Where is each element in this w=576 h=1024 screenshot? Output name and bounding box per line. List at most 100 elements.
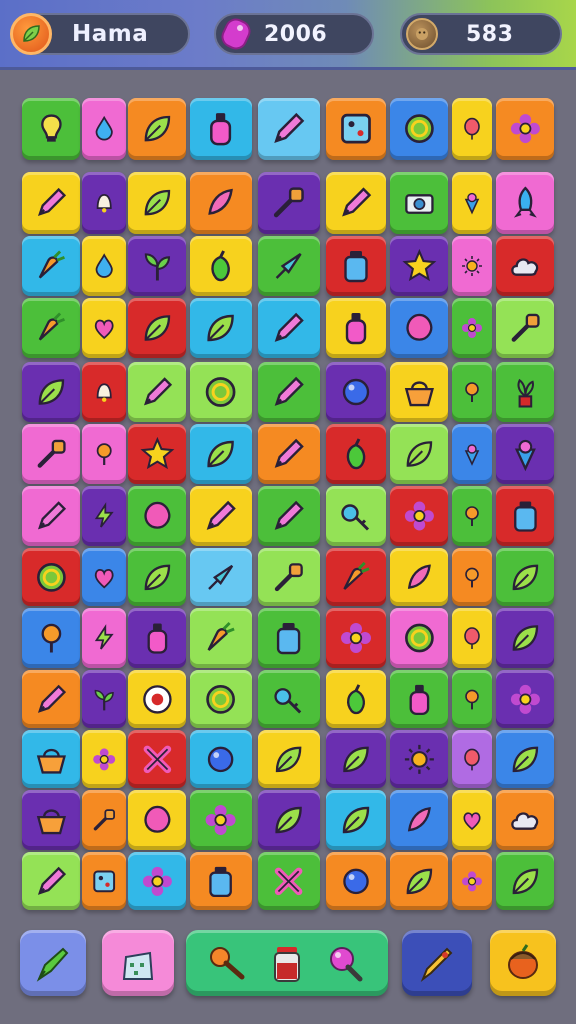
tile-lightbulb[interactable]	[22, 98, 80, 160]
tile-leaf[interactable]	[496, 548, 554, 606]
tile-tool[interactable]	[496, 298, 554, 358]
tile-pin[interactable]	[452, 362, 492, 422]
tile-leaf[interactable]	[496, 730, 554, 788]
tile-star[interactable]	[128, 424, 186, 484]
tile-jar[interactable]	[326, 236, 386, 296]
tile-blob[interactable]	[390, 298, 448, 358]
tile-leaf[interactable]	[128, 172, 186, 234]
tile-flower[interactable]	[452, 298, 492, 358]
tile-tool[interactable]	[82, 790, 126, 850]
tile-jar[interactable]	[190, 852, 252, 910]
tile-flower[interactable]	[82, 730, 126, 788]
tile-dot[interactable]	[128, 670, 186, 728]
tile-leaf[interactable]	[190, 298, 252, 358]
tile-tool[interactable]	[22, 424, 80, 484]
tile-leaf[interactable]	[496, 852, 554, 910]
tile-leaf[interactable]	[390, 424, 448, 484]
tile-bolt[interactable]	[82, 608, 126, 668]
tile-flower[interactable]	[190, 790, 252, 850]
tile-jar[interactable]	[258, 608, 320, 668]
tile-pencil[interactable]	[258, 362, 320, 422]
tile-balloon[interactable]	[452, 98, 492, 160]
tile-ball[interactable]	[326, 852, 386, 910]
tile-leaf[interactable]	[190, 424, 252, 484]
tile-key[interactable]	[258, 670, 320, 728]
tile-pencil[interactable]	[190, 486, 252, 546]
tile-bottle[interactable]	[190, 98, 252, 160]
tile-cone[interactable]	[496, 424, 554, 484]
tile-key[interactable]	[326, 486, 386, 546]
tile-pin[interactable]	[452, 548, 492, 606]
tile-leaf[interactable]	[128, 98, 186, 160]
shop-bag-button[interactable]	[102, 930, 174, 996]
tile-leaf[interactable]	[128, 548, 186, 606]
tile-feather[interactable]	[390, 548, 448, 606]
tile-leaf[interactable]	[326, 790, 386, 850]
tile-sun[interactable]	[452, 236, 492, 296]
tile-flower[interactable]	[496, 670, 554, 728]
tile-arrow[interactable]	[190, 548, 252, 606]
tile-arrow[interactable]	[258, 236, 320, 296]
acorn-bonus-button[interactable]	[490, 930, 556, 996]
tile-basket[interactable]	[390, 362, 448, 422]
tile-flower[interactable]	[496, 98, 554, 160]
tile-bell[interactable]	[82, 362, 126, 422]
tile-drop[interactable]	[82, 236, 126, 296]
tile-leaf[interactable]	[390, 852, 448, 910]
tile-leaf[interactable]	[258, 730, 320, 788]
tile-pencil[interactable]	[258, 298, 320, 358]
tile-pepper[interactable]	[190, 236, 252, 296]
tile-ring[interactable]	[22, 548, 80, 606]
tile-ring[interactable]	[190, 362, 252, 422]
tile-ring[interactable]	[390, 608, 448, 668]
pen-tool-button[interactable]	[402, 930, 472, 996]
tile-pin[interactable]	[452, 670, 492, 728]
tile-cloud[interactable]	[496, 236, 554, 296]
tile-ring[interactable]	[390, 98, 448, 160]
tile-leaf[interactable]	[128, 298, 186, 358]
tile-basket[interactable]	[22, 730, 80, 788]
tile-pepper[interactable]	[326, 670, 386, 728]
tile-pencil[interactable]	[22, 172, 80, 234]
tile-bottle[interactable]	[326, 298, 386, 358]
tile-plant[interactable]	[496, 362, 554, 422]
tools-tray[interactable]	[186, 930, 388, 996]
tile-carrot[interactable]	[22, 236, 80, 296]
tile-pencil[interactable]	[258, 424, 320, 484]
tile-sprout[interactable]	[82, 670, 126, 728]
tile-star[interactable]	[390, 236, 448, 296]
tile-pencil[interactable]	[22, 670, 80, 728]
tile-flower[interactable]	[390, 486, 448, 546]
tile-pencil[interactable]	[128, 362, 186, 422]
tile-bell[interactable]	[82, 172, 126, 234]
tile-leaf[interactable]	[496, 608, 554, 668]
tile-ring[interactable]	[190, 670, 252, 728]
tile-balloon[interactable]	[452, 730, 492, 788]
tile-pepper[interactable]	[326, 424, 386, 484]
tile-pin[interactable]	[22, 608, 80, 668]
tile-cloud[interactable]	[496, 790, 554, 850]
tile-leaf[interactable]	[258, 790, 320, 850]
tile-bottle[interactable]	[128, 608, 186, 668]
tile-feather[interactable]	[390, 790, 448, 850]
tile-basket[interactable]	[22, 790, 80, 850]
tile-flower[interactable]	[326, 608, 386, 668]
tile-sun[interactable]	[390, 730, 448, 788]
tile-drop[interactable]	[82, 98, 126, 160]
tile-pin[interactable]	[82, 424, 126, 484]
tile-tool[interactable]	[258, 172, 320, 234]
tile-blob[interactable]	[128, 790, 186, 850]
tile-pin[interactable]	[452, 486, 492, 546]
tile-box[interactable]	[82, 852, 126, 910]
tile-heart[interactable]	[452, 790, 492, 850]
tile-ball[interactable]	[326, 362, 386, 422]
tile-jar[interactable]	[496, 486, 554, 546]
tile-balloon[interactable]	[452, 608, 492, 668]
brush-tool-button[interactable]	[20, 930, 86, 996]
tile-cross[interactable]	[258, 852, 320, 910]
tile-sprout[interactable]	[128, 236, 186, 296]
tile-pencil[interactable]	[258, 486, 320, 546]
tile-bottle[interactable]	[390, 670, 448, 728]
tile-carrot[interactable]	[326, 548, 386, 606]
tile-flower[interactable]	[452, 852, 492, 910]
